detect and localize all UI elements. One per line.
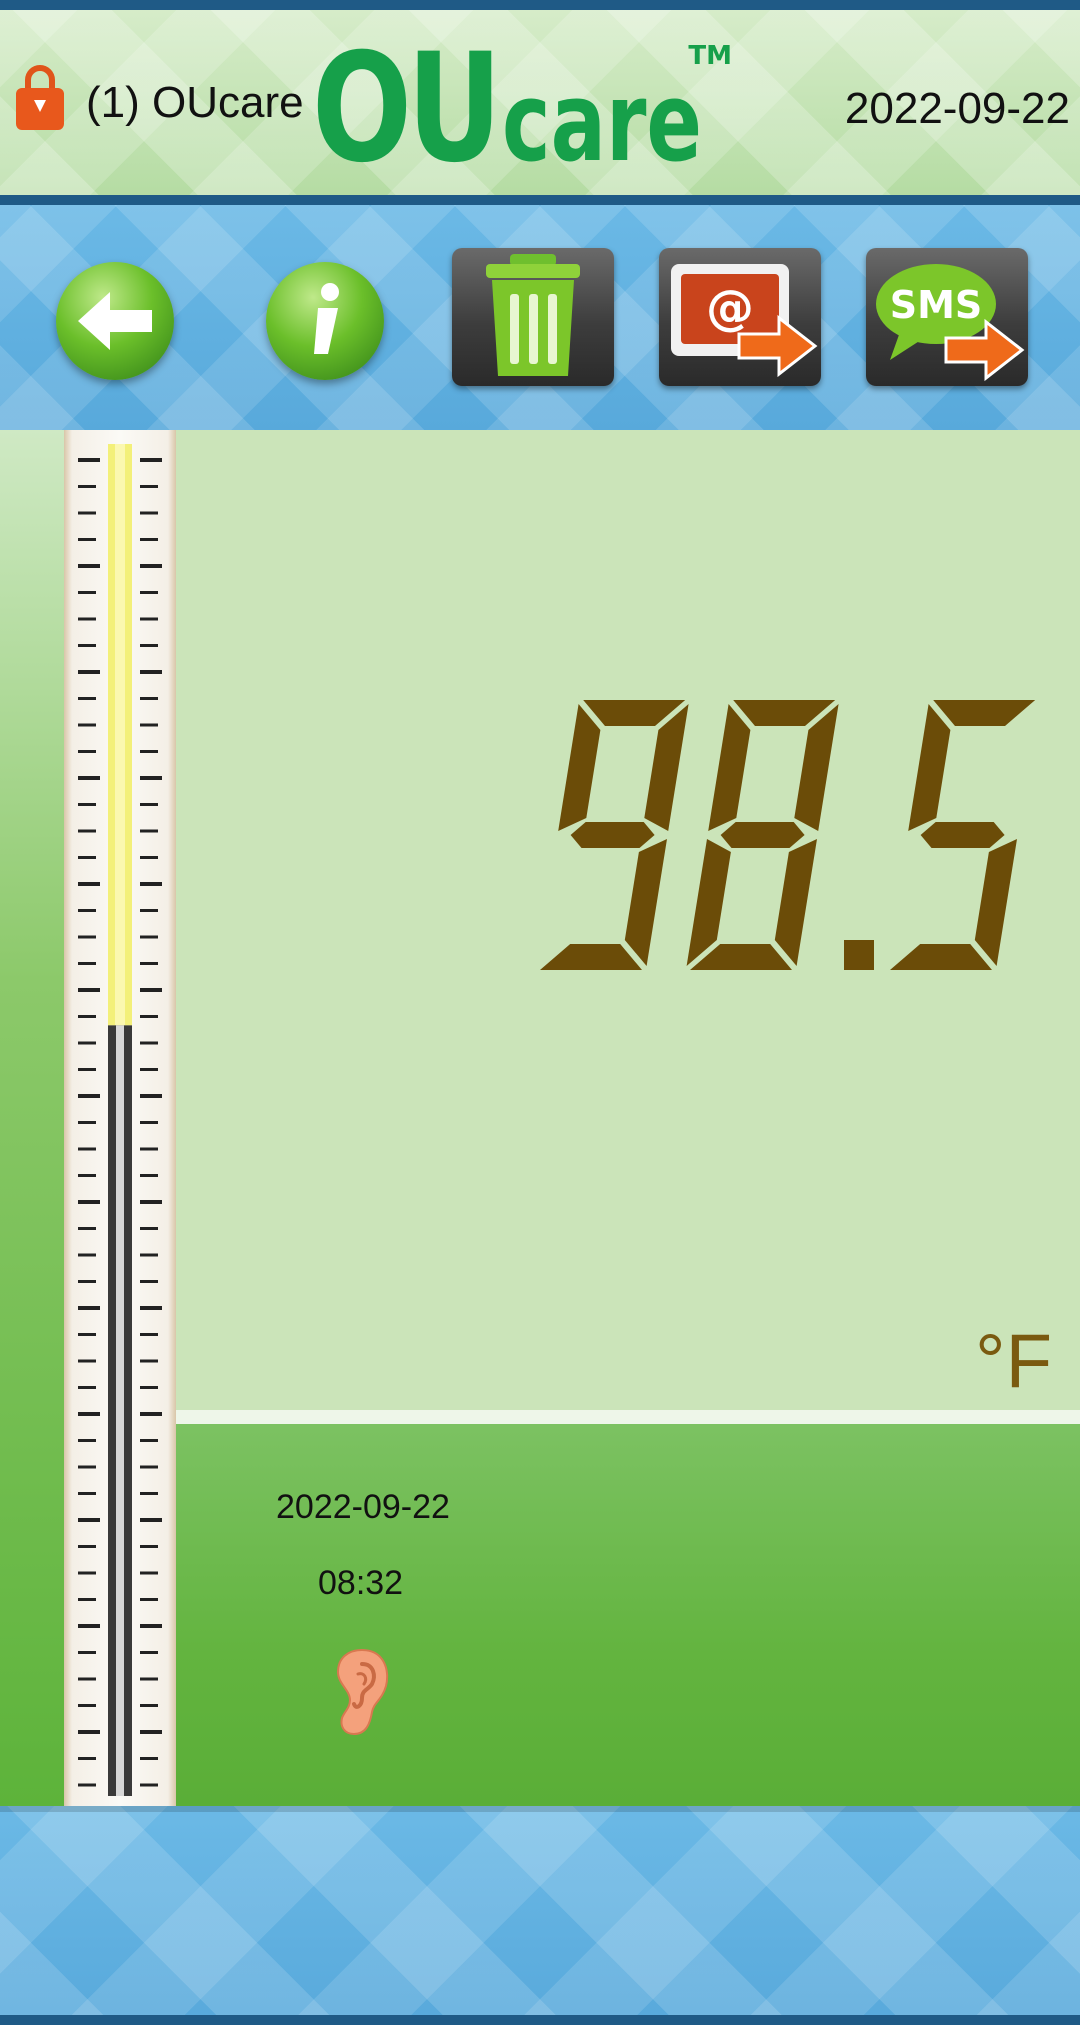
- thermometer-scale: [64, 430, 176, 1806]
- svg-text:SMS: SMS: [890, 283, 983, 327]
- info-icon: [314, 283, 339, 354]
- svg-text:O: O: [312, 30, 412, 170]
- digit-segment: [908, 704, 951, 831]
- sms-export-button[interactable]: SMS: [866, 248, 1028, 386]
- digit-segment: [890, 944, 992, 970]
- arrow-left-icon: [78, 292, 152, 350]
- email-export-icon: @: [671, 264, 818, 378]
- svg-text:@: @: [706, 280, 754, 336]
- digit-segment: [774, 839, 817, 966]
- svg-text:TM: TM: [688, 41, 732, 71]
- reading-digit: [540, 700, 689, 970]
- thermometer-tube-highlight: [115, 444, 125, 1026]
- back-button[interactable]: [56, 262, 174, 380]
- header-date: 2022-09-22: [844, 84, 1070, 133]
- svg-text:U: U: [407, 30, 502, 170]
- record-date: 2022-09-22: [276, 1488, 450, 1526]
- temperature-reading: [540, 700, 1036, 970]
- digit-segment: [540, 944, 642, 970]
- digit-segment: [558, 704, 601, 831]
- digit-segment: [624, 839, 667, 966]
- mercury-highlight: [116, 1025, 124, 1796]
- record-time: 08:32: [318, 1564, 404, 1602]
- decimal-point: [844, 940, 874, 970]
- oucare-logo: O U care TM: [312, 30, 732, 170]
- user-label[interactable]: (1) OUcare: [86, 78, 304, 128]
- thermometer-gauge: [78, 444, 162, 1796]
- info-button[interactable]: [266, 262, 384, 380]
- display-divider: [176, 1410, 1080, 1424]
- bottom-border: [0, 2015, 1080, 2025]
- trash-icon: [486, 254, 580, 376]
- header-border: [0, 195, 1080, 205]
- footer-shadow: [0, 1806, 1080, 1812]
- side-panel: [0, 430, 64, 1806]
- reading-digit: [890, 700, 1036, 970]
- sms-export-icon: SMS: [876, 264, 1025, 382]
- email-export-button[interactable]: @: [659, 248, 821, 386]
- digit-segment: [720, 822, 805, 848]
- footer-bar: [0, 1806, 1080, 2025]
- digit-segment: [920, 822, 1005, 848]
- lock-icon[interactable]: [14, 60, 66, 132]
- svg-text:care: care: [502, 58, 702, 170]
- digit-segment: [570, 822, 655, 848]
- record-info-panel: [176, 1424, 1080, 1806]
- temperature-unit: °F: [975, 1319, 1052, 1404]
- top-border: [0, 0, 1080, 10]
- digit-segment: [974, 839, 1017, 966]
- ear-icon[interactable]: [332, 1646, 392, 1738]
- digit-segment: [708, 704, 751, 831]
- digit-segment: [933, 700, 1036, 726]
- reading-digit: [686, 700, 839, 970]
- delete-button[interactable]: [452, 248, 614, 386]
